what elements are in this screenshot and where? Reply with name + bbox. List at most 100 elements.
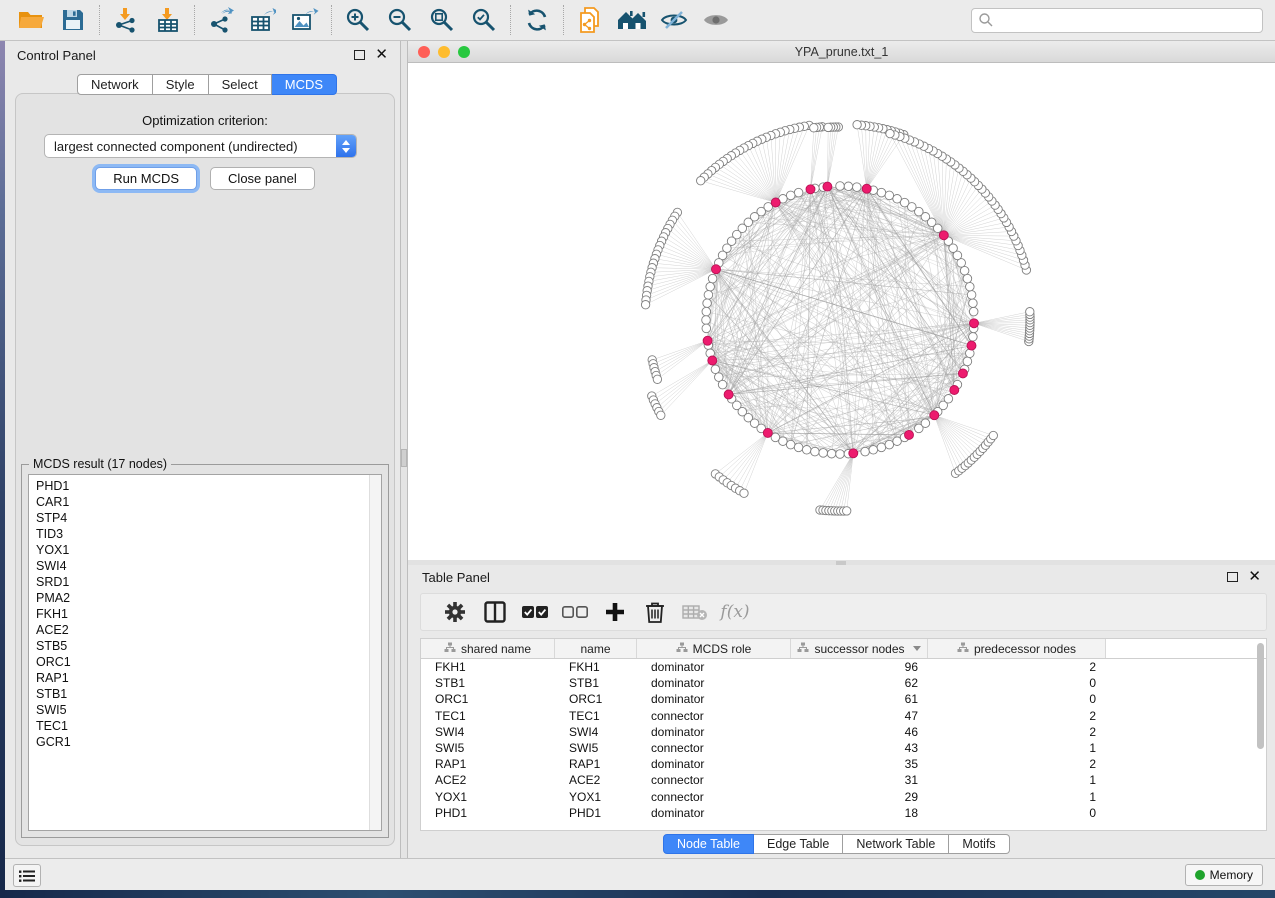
column-header-predecessor-nodes[interactable]: predecessor nodes — [928, 639, 1106, 658]
table-row[interactable]: FKH1FKH1dominator962 — [421, 659, 1266, 675]
table-row[interactable]: STB1STB1dominator620 — [421, 675, 1266, 691]
table-row[interactable]: PHD1PHD1dominator180 — [421, 805, 1266, 821]
tab-motifs[interactable]: Motifs — [949, 834, 1009, 854]
mcds-result-item[interactable]: RAP1 — [30, 670, 368, 686]
cell-successor-nodes: 47 — [791, 709, 928, 723]
show-all-button[interactable] — [695, 3, 737, 37]
maximize-window-icon[interactable] — [458, 46, 470, 58]
add-column-button[interactable] — [595, 597, 635, 627]
column-header-name[interactable]: name — [555, 639, 637, 658]
save-session-button[interactable] — [52, 3, 94, 37]
cell-shared-name: STB1 — [421, 676, 555, 690]
mcds-result-item[interactable]: PHD1 — [30, 478, 368, 494]
select-all-button[interactable] — [515, 597, 555, 627]
mcds-result-item[interactable]: SWI5 — [30, 702, 368, 718]
tab-network-table[interactable]: Network Table — [843, 834, 949, 854]
mcds-result-item[interactable]: STB5 — [30, 638, 368, 654]
tab-edge-table[interactable]: Edge Table — [754, 834, 843, 854]
zoom-out-button[interactable] — [379, 3, 421, 37]
export-image-button[interactable] — [284, 3, 326, 37]
open-file-button[interactable] — [10, 3, 52, 37]
mcds-result-item[interactable]: ORC1 — [30, 654, 368, 670]
export-table-button[interactable] — [242, 3, 284, 37]
deselect-all-button[interactable] — [555, 597, 595, 627]
column-header-shared-name[interactable]: shared name — [421, 639, 555, 658]
zoom-selected-icon — [471, 7, 497, 33]
export-network-button[interactable] — [200, 3, 242, 37]
share-document-button[interactable] — [569, 3, 611, 37]
show-panels-button[interactable] — [13, 864, 41, 887]
table-panel-title: Table Panel — [422, 570, 490, 585]
column-label: shared name — [461, 642, 531, 656]
cell-predecessor-nodes: 1 — [928, 741, 1106, 755]
mcds-result-item[interactable]: TEC1 — [30, 718, 368, 734]
import-network-icon — [113, 7, 139, 33]
eye-icon — [702, 8, 730, 32]
zoom-fit-button[interactable] — [421, 3, 463, 37]
table-row[interactable]: RAP1RAP1dominator352 — [421, 756, 1266, 772]
mcds-result-item[interactable]: SWI4 — [30, 558, 368, 574]
search-input[interactable] — [994, 12, 1256, 28]
table-scrollbar-thumb[interactable] — [1257, 643, 1264, 749]
run-mcds-button[interactable]: Run MCDS — [95, 167, 197, 190]
mcds-result-item[interactable]: SRD1 — [30, 574, 368, 590]
cell-MCDS-role: dominator — [637, 660, 791, 674]
float-table-panel-button[interactable] — [1227, 572, 1238, 582]
mcds-result-item[interactable]: TID3 — [30, 526, 368, 542]
tab-style[interactable]: Style — [153, 74, 209, 95]
close-panel-button-mcds[interactable]: Close panel — [210, 167, 315, 190]
float-window-button[interactable] — [354, 50, 365, 60]
optimization-criterion-label: Optimization criterion: — [16, 113, 394, 128]
column-type-icon — [444, 642, 456, 656]
column-settings-button[interactable] — [435, 597, 475, 627]
close-panel-button[interactable]: ✕ — [375, 50, 388, 60]
table-row[interactable]: TEC1TEC1connector472 — [421, 708, 1266, 724]
mcds-result-item[interactable]: ACE2 — [30, 622, 368, 638]
delete-column-button[interactable] — [635, 597, 675, 627]
mcds-result-groupbox: MCDS result (17 nodes) PHD1CAR1STP4TID3Y… — [21, 464, 389, 838]
hide-selected-button[interactable] — [653, 3, 695, 37]
tab-node-table[interactable]: Node Table — [663, 834, 754, 854]
cell-predecessor-nodes: 2 — [928, 757, 1106, 771]
tab-mcds[interactable]: MCDS — [272, 74, 337, 95]
mcds-result-item[interactable]: STP4 — [30, 510, 368, 526]
zoom-selected-button[interactable] — [463, 3, 505, 37]
mcds-result-list: PHD1CAR1STP4TID3YOX1SWI4SRD1PMA2FKH1ACE2… — [30, 476, 368, 829]
split-panel-button[interactable] — [475, 597, 515, 627]
close-table-panel-button[interactable]: ✕ — [1248, 572, 1261, 582]
close-window-icon[interactable] — [418, 46, 430, 58]
import-network-button[interactable] — [105, 3, 147, 37]
table-header-row: shared name nameMCDS rolesuccessor nodesp… — [421, 639, 1266, 659]
mcds-list-scrollbar[interactable] — [369, 475, 381, 830]
tab-select[interactable]: Select — [209, 74, 272, 95]
table-row[interactable]: ORC1ORC1dominator610 — [421, 691, 1266, 707]
zoom-in-button[interactable] — [337, 3, 379, 37]
column-header-MCDS-role[interactable]: MCDS role — [637, 639, 791, 658]
mcds-result-item[interactable]: FKH1 — [30, 606, 368, 622]
memory-button[interactable]: Memory — [1185, 864, 1263, 886]
cell-shared-name: SWI4 — [421, 725, 555, 739]
mcds-result-item[interactable]: CAR1 — [30, 494, 368, 510]
refresh-view-button[interactable] — [516, 3, 558, 37]
table-row[interactable]: YOX1YOX1connector291 — [421, 789, 1266, 805]
mcds-result-item[interactable]: YOX1 — [30, 542, 368, 558]
cell-predecessor-nodes: 1 — [928, 773, 1106, 787]
mcds-result-item[interactable]: PMA2 — [30, 590, 368, 606]
tab-network[interactable]: Network — [77, 74, 153, 95]
cell-MCDS-role: dominator — [637, 725, 791, 739]
first-neighbors-button[interactable] — [611, 3, 653, 37]
criterion-dropdown[interactable]: largest connected component (undirected) — [44, 134, 357, 158]
table-row[interactable]: SWI5SWI5connector431 — [421, 740, 1266, 756]
splitter-grip[interactable] — [401, 449, 407, 467]
network-canvas[interactable] — [408, 63, 1275, 560]
column-header-successor-nodes[interactable]: successor nodes — [791, 639, 928, 658]
import-table-button[interactable] — [147, 3, 189, 37]
vertical-splitter[interactable] — [400, 41, 408, 858]
mcds-result-item[interactable]: STB1 — [30, 686, 368, 702]
criterion-dropdown-value: largest connected component (undirected) — [54, 139, 298, 154]
mcds-result-item[interactable]: GCR1 — [30, 734, 368, 750]
search-field[interactable] — [971, 8, 1263, 33]
table-row[interactable]: ACE2ACE2connector311 — [421, 772, 1266, 788]
table-row[interactable]: SWI4SWI4dominator462 — [421, 724, 1266, 740]
minimize-window-icon[interactable] — [438, 46, 450, 58]
